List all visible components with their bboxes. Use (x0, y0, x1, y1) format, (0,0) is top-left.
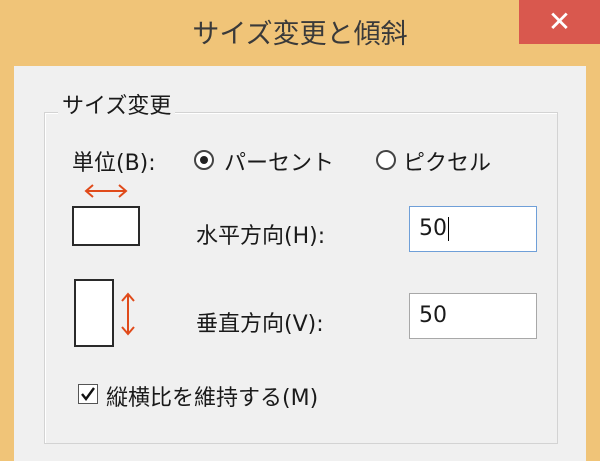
radio-percent[interactable] (194, 150, 214, 170)
horizontal-size-preview-shape (72, 206, 140, 246)
unit-label: 単位(B): (72, 151, 156, 176)
resize-skew-dialog: サイズ変更と傾斜 ✕ サイズ変更 単位(B): パーセント ピクセル 水平方向(… (0, 0, 600, 461)
text-caret (448, 217, 449, 241)
vertical-size-preview-shape (74, 279, 114, 347)
radio-percent-label[interactable]: パーセント (224, 145, 334, 177)
close-button[interactable]: ✕ (519, 0, 600, 44)
vertical-input-value: 50 (419, 303, 447, 328)
vertical-label: 垂直方向(V): (196, 312, 324, 337)
radio-pixel[interactable] (376, 150, 396, 170)
keep-aspect-checkbox[interactable] (78, 384, 98, 404)
resize-group-label: サイズ変更 (58, 88, 176, 120)
horizontal-label: 水平方向(H): (196, 224, 326, 249)
window-frame-right (586, 66, 600, 461)
checkmark-icon (81, 387, 95, 401)
double-headed-horizontal-arrow-icon (84, 184, 128, 198)
vertical-input[interactable]: 50 (409, 293, 537, 339)
keep-aspect-label[interactable]: 縦横比を維持する(M) (106, 380, 318, 412)
radio-pixel-label[interactable]: ピクセル (403, 145, 491, 177)
radio-percent-selected-dot (200, 156, 208, 164)
close-icon: ✕ (547, 5, 572, 38)
double-headed-vertical-arrow-icon (121, 292, 135, 336)
window-title: サイズ変更と傾斜 (192, 19, 408, 50)
horizontal-input[interactable]: 50 (409, 206, 537, 252)
horizontal-input-value: 50 (419, 216, 447, 241)
window-frame-left (0, 66, 14, 461)
